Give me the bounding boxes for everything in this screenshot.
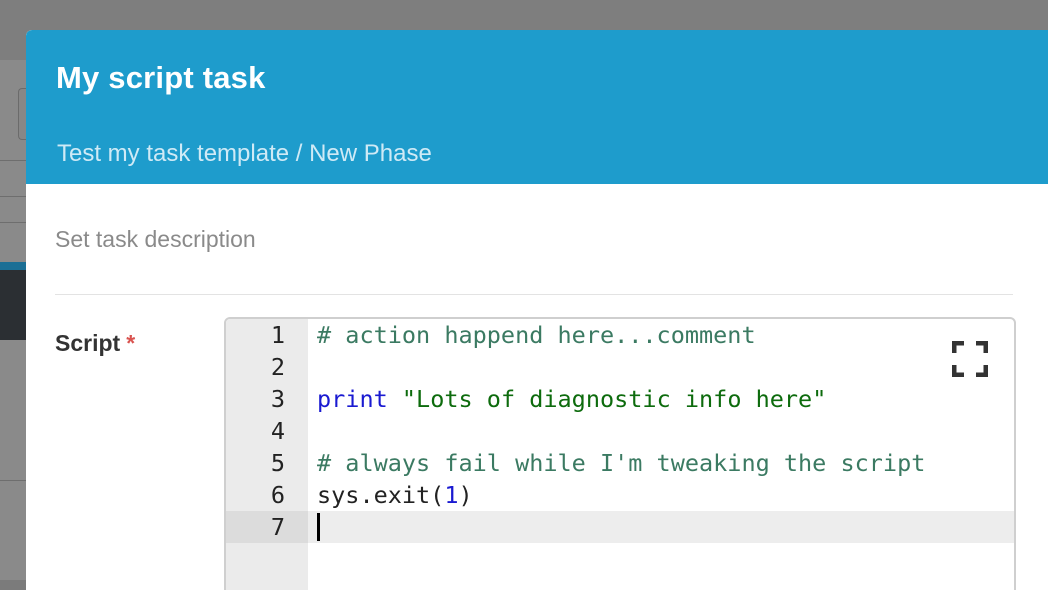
code-line[interactable]: 5 # always fail while I'm tweaking the sc… — [226, 447, 1014, 479]
background-accent — [0, 262, 28, 270]
code-token-num: 1 — [444, 481, 459, 509]
code-text[interactable]: sys.exit(1) — [317, 479, 473, 511]
breadcrumb[interactable]: Test my task template / New Phase — [57, 140, 432, 168]
text-cursor — [317, 513, 320, 541]
code-token-comment: # always fail while I'm tweaking the scr… — [317, 449, 926, 477]
code-token-plain: ) — [458, 481, 473, 509]
code-token-plain: sys.exit( — [317, 481, 445, 509]
code-line[interactable]: 3 print "Lots of diagnostic info here" — [226, 383, 1014, 415]
line-number: 6 — [270, 481, 285, 509]
background-dark-block — [0, 270, 28, 340]
code-line[interactable]: 6 sys.exit(1) — [226, 479, 1014, 511]
line-number: 3 — [270, 385, 285, 413]
code-text[interactable] — [317, 511, 320, 543]
code-line[interactable]: 4 — [226, 415, 1014, 447]
background-divider — [0, 480, 28, 481]
code-text[interactable]: # action happend here...comment — [317, 319, 756, 351]
background-divider — [0, 160, 28, 161]
code-text[interactable]: print "Lots of diagnostic info here" — [317, 383, 826, 415]
line-number: 4 — [270, 417, 285, 445]
line-number: 5 — [270, 449, 285, 477]
description-placeholder[interactable]: Set task description — [55, 226, 256, 252]
line-number: 2 — [270, 353, 285, 381]
modal-title: My script task — [56, 60, 266, 95]
background-divider — [0, 222, 28, 223]
script-label: Script * — [55, 330, 135, 357]
code-token-comment: # action happend here...comment — [317, 321, 756, 349]
required-marker: * — [126, 330, 136, 356]
task-modal: My script task Test my task template / N… — [26, 30, 1048, 590]
modal-header: My script task Test my task template / N… — [26, 30, 1048, 184]
code-text[interactable]: # always fail while I'm tweaking the scr… — [317, 447, 925, 479]
line-number: 7 — [226, 511, 308, 543]
expand-icon — [951, 340, 989, 378]
script-editor[interactable]: 1 # action happend here...comment 2 3 print … — [224, 317, 1016, 590]
code-line[interactable]: 7 — [226, 511, 1014, 543]
code-line[interactable]: 1 # action happend here...comment — [226, 319, 1014, 351]
task-description-field[interactable]: Set task description — [55, 226, 1013, 295]
fullscreen-button[interactable] — [951, 340, 989, 378]
code-line[interactable]: 2 — [226, 351, 1014, 383]
code-token-str: "Lots of diagnostic info here" — [401, 385, 827, 413]
code-token-kw: print — [317, 385, 388, 413]
line-number: 1 — [270, 321, 285, 349]
background-divider — [0, 196, 28, 197]
script-label-text: Script — [55, 330, 121, 356]
